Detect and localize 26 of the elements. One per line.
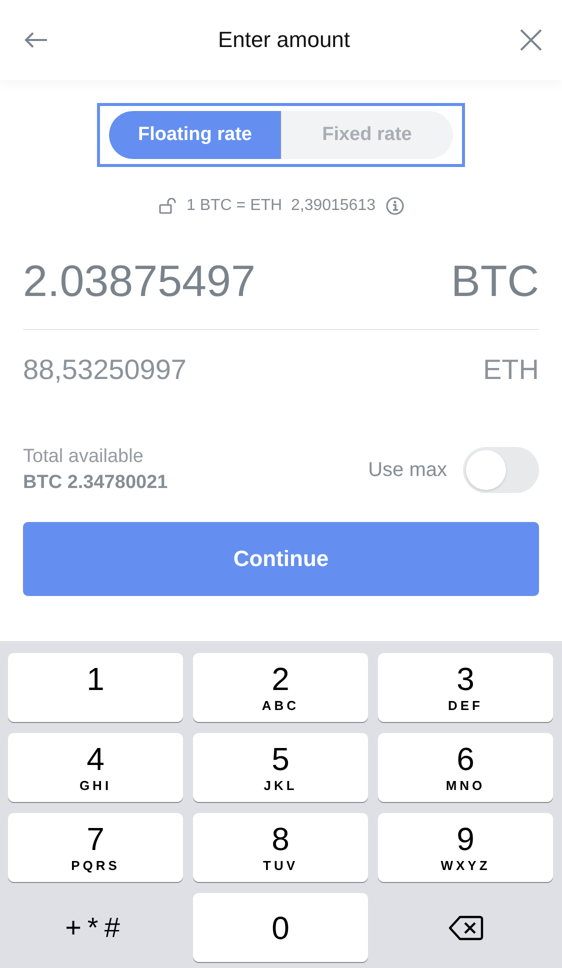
amount-value: 2.03875497: [23, 257, 256, 307]
keypad-key[interactable]: 8 TUV: [193, 813, 368, 882]
keypad-key[interactable]: 4 GHI: [8, 733, 183, 802]
keypad-key[interactable]: 1: [8, 653, 183, 722]
keypad-key[interactable]: 2 ABC: [193, 653, 368, 722]
currency-code: ETH: [483, 354, 539, 386]
use-max-label: Use max: [368, 458, 447, 482]
close-icon: [520, 29, 542, 51]
keypad-key[interactable]: 3 DEF: [378, 653, 553, 722]
available-label: Total available: [23, 446, 144, 468]
keypad-key[interactable]: 0: [193, 893, 368, 962]
back-arrow-icon: [24, 32, 48, 48]
window-title: Enter amount: [218, 27, 350, 53]
symbols-key[interactable]: +*#: [8, 893, 183, 962]
exchange-rate: 1 BTC = ETH 2,39015613: [186, 197, 376, 215]
info-icon: [386, 197, 404, 215]
use-max-toggle[interactable]: [463, 447, 539, 493]
unlocked-padlock-icon: [158, 198, 176, 214]
keypad-key[interactable]: 5 JKL: [193, 733, 368, 802]
currency-code: BTC: [451, 257, 539, 307]
keypad-key[interactable]: 6 MNO: [378, 733, 553, 802]
backspace-icon: [448, 914, 484, 940]
keypad-key[interactable]: 9 WXYZ: [378, 813, 553, 882]
available-balance: BTC 2.34780021: [23, 472, 168, 494]
keypad-key[interactable]: 7 PQRS: [8, 813, 183, 882]
converted-amount: 88,53250997: [23, 354, 187, 386]
